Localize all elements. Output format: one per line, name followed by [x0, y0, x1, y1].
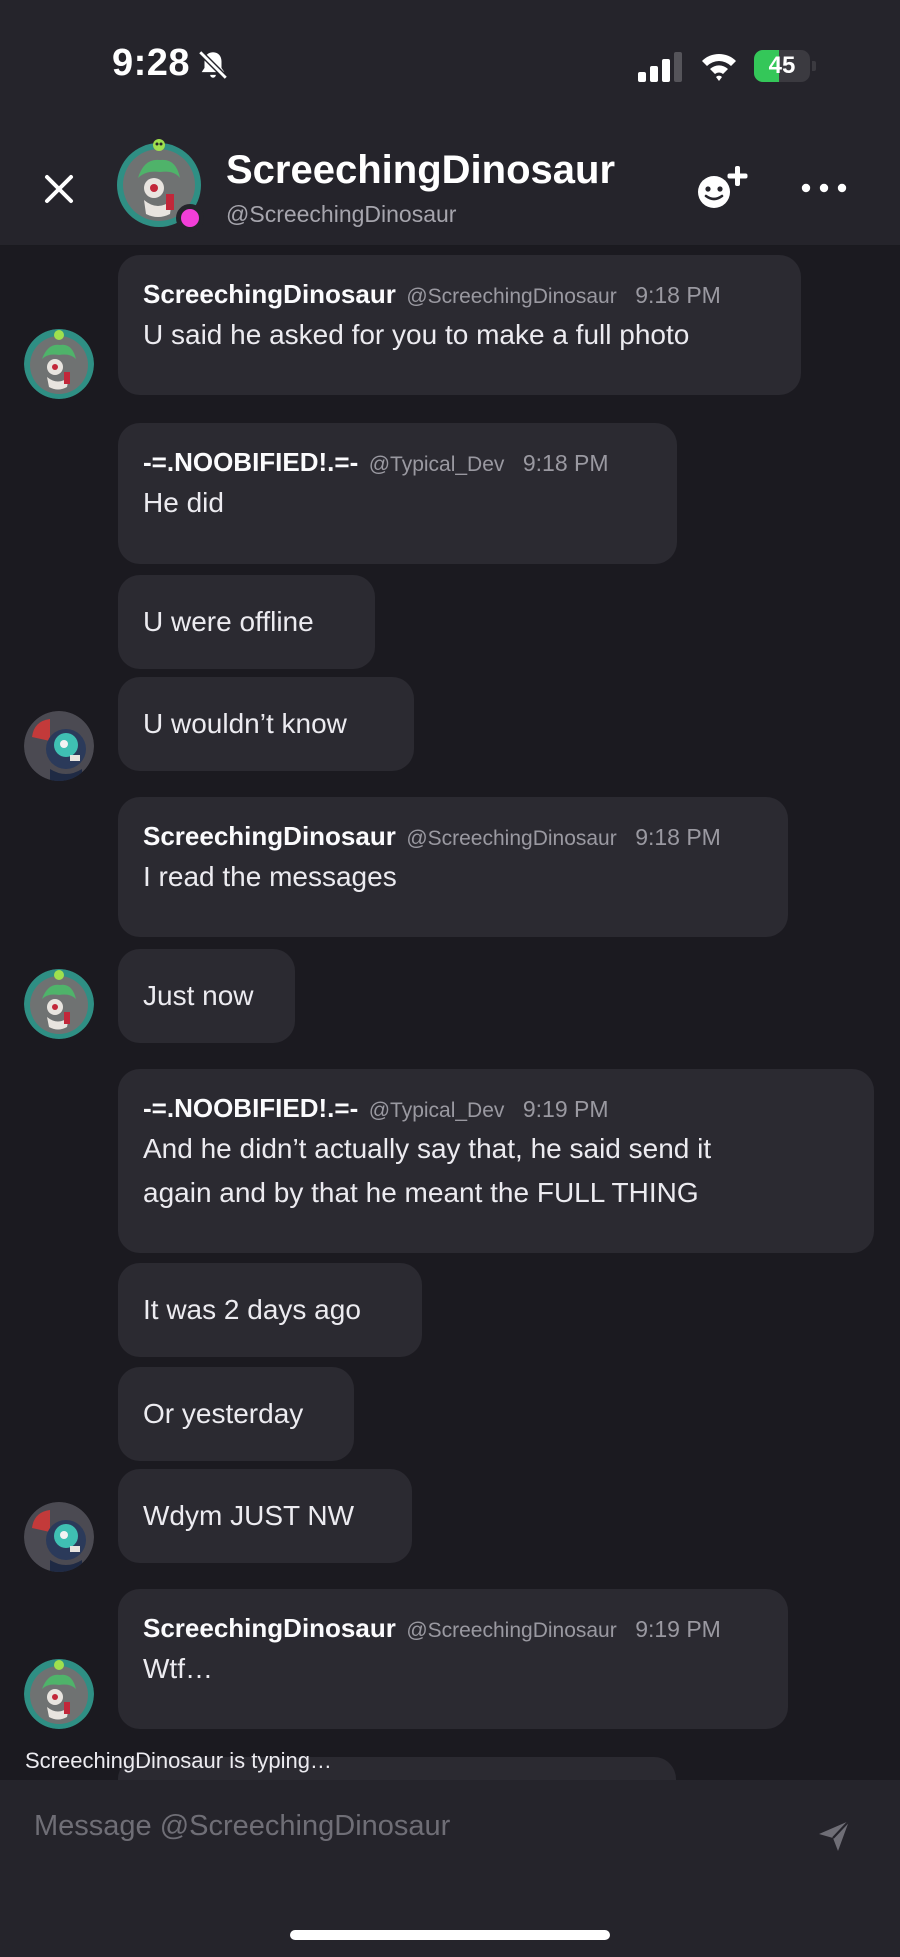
wifi-icon [702, 53, 736, 81]
avatar-noobified[interactable] [24, 711, 94, 781]
battery-percent: 45 [768, 52, 796, 79]
message-text: It was 2 days ago [143, 1294, 361, 1325]
status-bar: 9:28 45 [0, 0, 900, 120]
message-text: Wtf… [143, 1653, 213, 1684]
message-timestamp: 9:18 PM [635, 282, 721, 308]
message-composer: Message @ScreechingDinosaur [0, 1780, 900, 1957]
message-bubble[interactable]: U were offline [118, 575, 375, 669]
avatar-screechingdinosaur[interactable] [24, 1659, 94, 1729]
message-bubble[interactable]: Or yesterday [118, 1367, 354, 1461]
message-timestamp: 9:18 PM [635, 824, 721, 850]
header-handle: @ScreechingDinosaur [226, 201, 457, 227]
message-text: He did [143, 487, 224, 518]
message-timestamp: 9:19 PM [635, 1616, 721, 1642]
signal-icon [638, 52, 682, 82]
message-handle: @Typical_Dev [368, 453, 505, 476]
message-author[interactable]: -=.NOOBIFIED!.=- [143, 447, 358, 477]
avatar-screechingdinosaur[interactable] [24, 329, 94, 399]
online-status-dot [176, 204, 204, 232]
message-handle: @ScreechingDinosaur [406, 1619, 617, 1642]
message-bubble[interactable]: -=.NOOBIFIED!.=- @Typical_Dev 9:19 PM An… [118, 1069, 874, 1253]
message-text: U wouldn’t know [143, 708, 347, 739]
dm-screen: 9:28 45 ScreechingDinosaur @ScreechingDi… [0, 0, 900, 1957]
message-timestamp: 9:18 PM [522, 450, 609, 476]
message-bubble[interactable]: Just now [118, 949, 295, 1043]
message-header: ScreechingDinosaur @ScreechingDinosaur 9… [143, 1609, 763, 1647]
header-display-name[interactable]: ScreechingDinosaur [226, 148, 615, 193]
message-author[interactable]: ScreechingDinosaur [143, 821, 396, 851]
battery-indicator: 45 [754, 50, 816, 82]
more-options-icon[interactable] [800, 176, 848, 200]
close-icon[interactable] [36, 166, 82, 212]
avatar-screechingdinosaur[interactable] [24, 969, 94, 1039]
message-bubble[interactable]: It was 2 days ago [118, 1263, 422, 1357]
message-list[interactable]: ScreechingDinosaur @ScreechingDinosaur 9… [0, 247, 900, 1780]
send-icon[interactable] [816, 1818, 852, 1854]
message-timestamp: 9:19 PM [522, 1096, 609, 1122]
message-text: And he didn’t actually say that, he said… [143, 1133, 712, 1208]
message-author[interactable]: ScreechingDinosaur [143, 279, 396, 309]
message-input[interactable]: Message @ScreechingDinosaur [34, 1810, 450, 1843]
add-friend-icon[interactable] [696, 164, 754, 212]
message-header: ScreechingDinosaur @ScreechingDinosaur 9… [143, 817, 763, 855]
message-author[interactable]: ScreechingDinosaur [143, 1613, 396, 1643]
message-header: -=.NOOBIFIED!.=- @Typical_Dev 9:19 PM [143, 1089, 849, 1127]
battery-body: 45 [754, 50, 810, 82]
status-time: 9:28 [112, 42, 191, 84]
typing-indicator: ScreechingDinosaur is typing… [25, 1748, 332, 1773]
message-bubble[interactable]: U wouldn’t know [118, 677, 414, 771]
message-bubble[interactable]: ScreechingDinosaur @ScreechingDinosaur 9… [118, 797, 788, 937]
message-bubble[interactable]: ScreechingDinosaur @ScreechingDinosaur 9… [118, 1589, 788, 1729]
message-author[interactable]: -=.NOOBIFIED!.=- [143, 1093, 358, 1123]
message-text: I read the messages [143, 861, 397, 892]
message-text: Wdym JUST NW [143, 1500, 355, 1531]
message-handle: @Typical_Dev [368, 1099, 505, 1122]
message-handle: @ScreechingDinosaur [406, 827, 617, 850]
message-bubble[interactable]: Wdym JUST NW [118, 1469, 412, 1563]
message-text: U were offline [143, 606, 314, 637]
message-header: ScreechingDinosaur @ScreechingDinosaur 9… [143, 275, 776, 313]
message-bubble[interactable]: -=.NOOBIFIED!.=- @Typical_Dev 9:18 PM He… [118, 423, 677, 564]
battery-cap [812, 61, 816, 71]
message-text: Just now [143, 980, 254, 1011]
message-text: U said he asked for you to make a full p… [143, 319, 690, 350]
dm-header: ScreechingDinosaur @ScreechingDinosaur [0, 120, 900, 246]
avatar-noobified[interactable] [24, 1502, 94, 1572]
home-indicator[interactable] [290, 1930, 610, 1940]
message-bubble[interactable]: ScreechingDinosaur @ScreechingDinosaur 9… [118, 255, 801, 395]
bell-slash-icon [198, 50, 228, 80]
message-text: Or yesterday [143, 1398, 304, 1429]
message-handle: @ScreechingDinosaur [406, 285, 617, 308]
message-header: -=.NOOBIFIED!.=- @Typical_Dev 9:18 PM [143, 443, 652, 481]
